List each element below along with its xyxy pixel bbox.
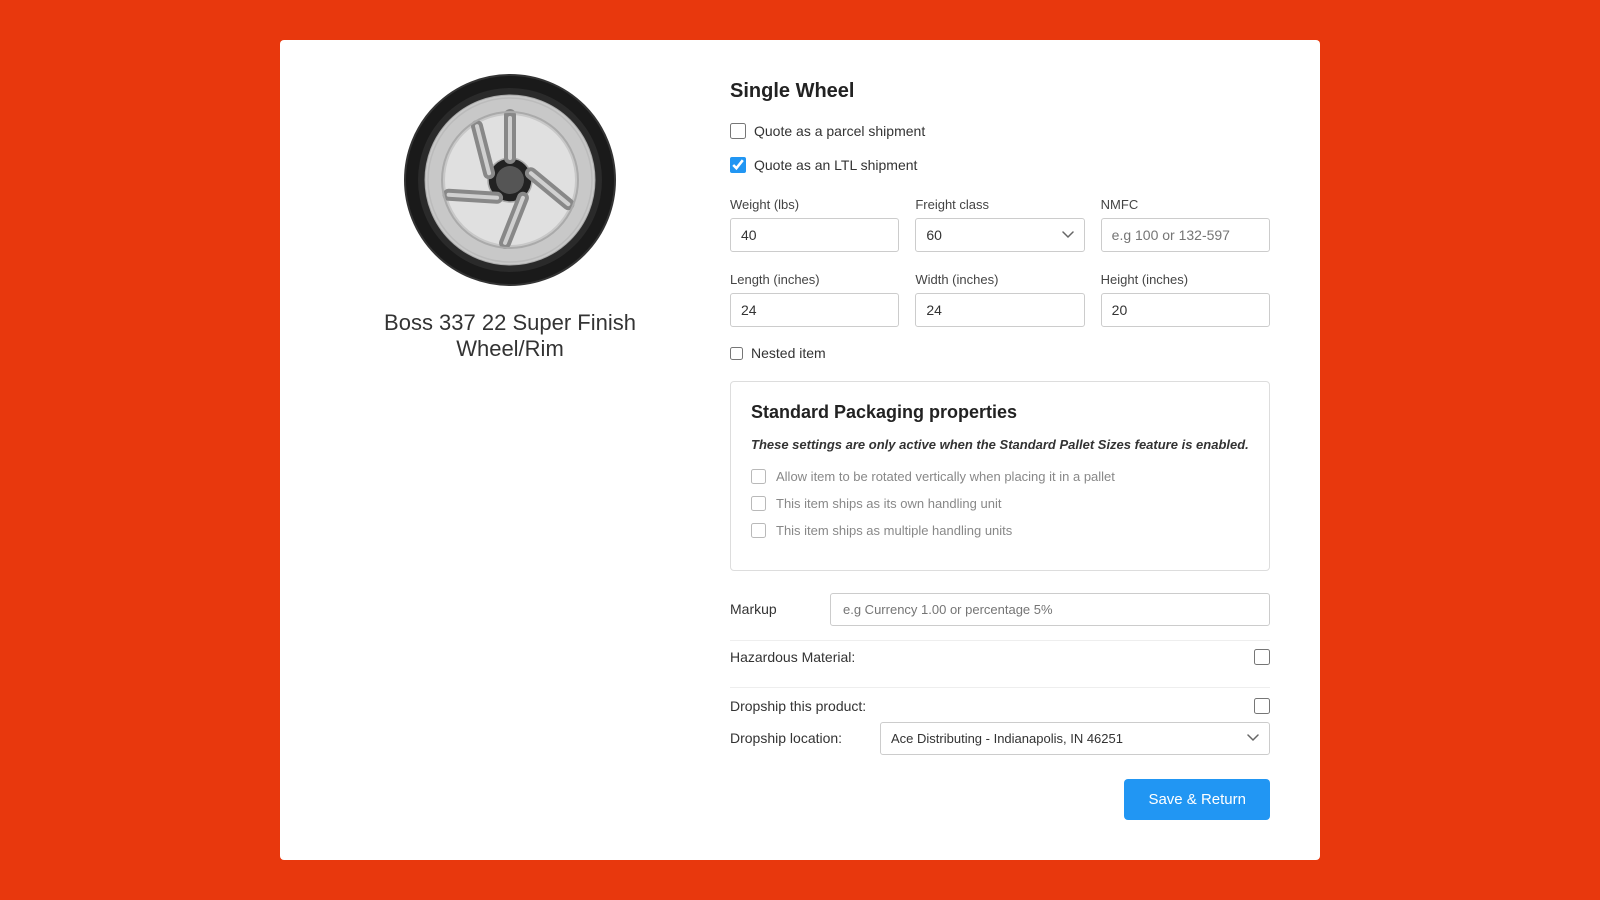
height-label: Height (inches) <box>1101 272 1270 287</box>
hazardous-checkbox[interactable] <box>1254 649 1270 665</box>
pkg-opt3-label: This item ships as multiple handling uni… <box>776 523 1012 538</box>
nmfc-field-group: NMFC <box>1101 197 1270 252</box>
length-label: Length (inches) <box>730 272 899 287</box>
quote-ltl-label: Quote as an LTL shipment <box>754 157 917 173</box>
nmfc-input[interactable] <box>1101 218 1270 252</box>
weight-label: Weight (lbs) <box>730 197 899 212</box>
markup-label: Markup <box>730 601 810 617</box>
product-title: Boss 337 22 Super Finish Wheel/Rim <box>330 310 690 362</box>
quote-parcel-row: Quote as a parcel shipment <box>730 123 1270 139</box>
pkg-opt1-checkbox[interactable] <box>751 469 766 484</box>
length-field-group: Length (inches) <box>730 272 899 327</box>
fields-row-2: Length (inches) Width (inches) Height (i… <box>730 272 1270 327</box>
fields-row-1: Weight (lbs) Freight class 50 55 60 65 7… <box>730 197 1270 252</box>
product-image-container <box>370 80 650 280</box>
nested-item-row: Nested item <box>730 345 1270 361</box>
width-label: Width (inches) <box>915 272 1084 287</box>
dropship-location-row: Dropship location: Ace Distributing - In… <box>730 722 1270 755</box>
height-input[interactable] <box>1101 293 1270 327</box>
packaging-option-3: This item ships as multiple handling uni… <box>751 523 1249 538</box>
left-panel: Boss 337 22 Super Finish Wheel/Rim <box>330 80 690 820</box>
main-card: Boss 337 22 Super Finish Wheel/Rim Singl… <box>280 40 1320 860</box>
packaging-option-1: Allow item to be rotated vertically when… <box>751 469 1249 484</box>
dropship-location-select[interactable]: Ace Distributing - Indianapolis, IN 4625… <box>880 722 1270 755</box>
quote-parcel-checkbox[interactable] <box>730 123 746 139</box>
weight-field-group: Weight (lbs) <box>730 197 899 252</box>
nmfc-label: NMFC <box>1101 197 1270 212</box>
dropship-product-row: Dropship this product: <box>730 698 1270 714</box>
section-title: Single Wheel <box>730 80 1270 103</box>
height-field-group: Height (inches) <box>1101 272 1270 327</box>
nested-item-label: Nested item <box>751 345 826 361</box>
width-field-group: Width (inches) <box>915 272 1084 327</box>
hazardous-row: Hazardous Material: <box>730 640 1270 673</box>
packaging-title: Standard Packaging properties <box>751 402 1249 423</box>
weight-input[interactable] <box>730 218 899 252</box>
pkg-opt3-checkbox[interactable] <box>751 523 766 538</box>
pkg-opt1-label: Allow item to be rotated vertically when… <box>776 469 1115 484</box>
markup-input[interactable] <box>830 593 1270 626</box>
dropship-location-label: Dropship location: <box>730 730 870 746</box>
quote-ltl-checkbox[interactable] <box>730 157 746 173</box>
pkg-opt2-label: This item ships as its own handling unit <box>776 496 1001 511</box>
width-input[interactable] <box>915 293 1084 327</box>
quote-parcel-label: Quote as a parcel shipment <box>754 123 925 139</box>
freight-class-label: Freight class <box>915 197 1084 212</box>
packaging-box: Standard Packaging properties These sett… <box>730 381 1270 571</box>
hazardous-label: Hazardous Material: <box>730 649 855 665</box>
packaging-subtitle: These settings are only active when the … <box>751 435 1249 455</box>
dropship-product-checkbox[interactable] <box>1254 698 1270 714</box>
freight-class-select[interactable]: 50 55 60 65 70 77.5 85 92.5 100 110 125 … <box>915 218 1084 252</box>
dropship-product-label: Dropship this product: <box>730 698 866 714</box>
nested-item-checkbox[interactable] <box>730 347 743 360</box>
packaging-option-2: This item ships as its own handling unit <box>751 496 1249 511</box>
dropship-section: Dropship this product: Dropship location… <box>730 687 1270 755</box>
product-wheel-icon <box>400 70 620 290</box>
length-input[interactable] <box>730 293 899 327</box>
freight-class-field-group: Freight class 50 55 60 65 70 77.5 85 92.… <box>915 197 1084 252</box>
markup-row: Markup <box>730 593 1270 626</box>
quote-ltl-row: Quote as an LTL shipment <box>730 157 1270 173</box>
right-panel: Single Wheel Quote as a parcel shipment … <box>730 80 1270 820</box>
pkg-opt2-checkbox[interactable] <box>751 496 766 511</box>
save-button-row: Save & Return <box>730 779 1270 820</box>
save-return-button[interactable]: Save & Return <box>1124 779 1270 820</box>
